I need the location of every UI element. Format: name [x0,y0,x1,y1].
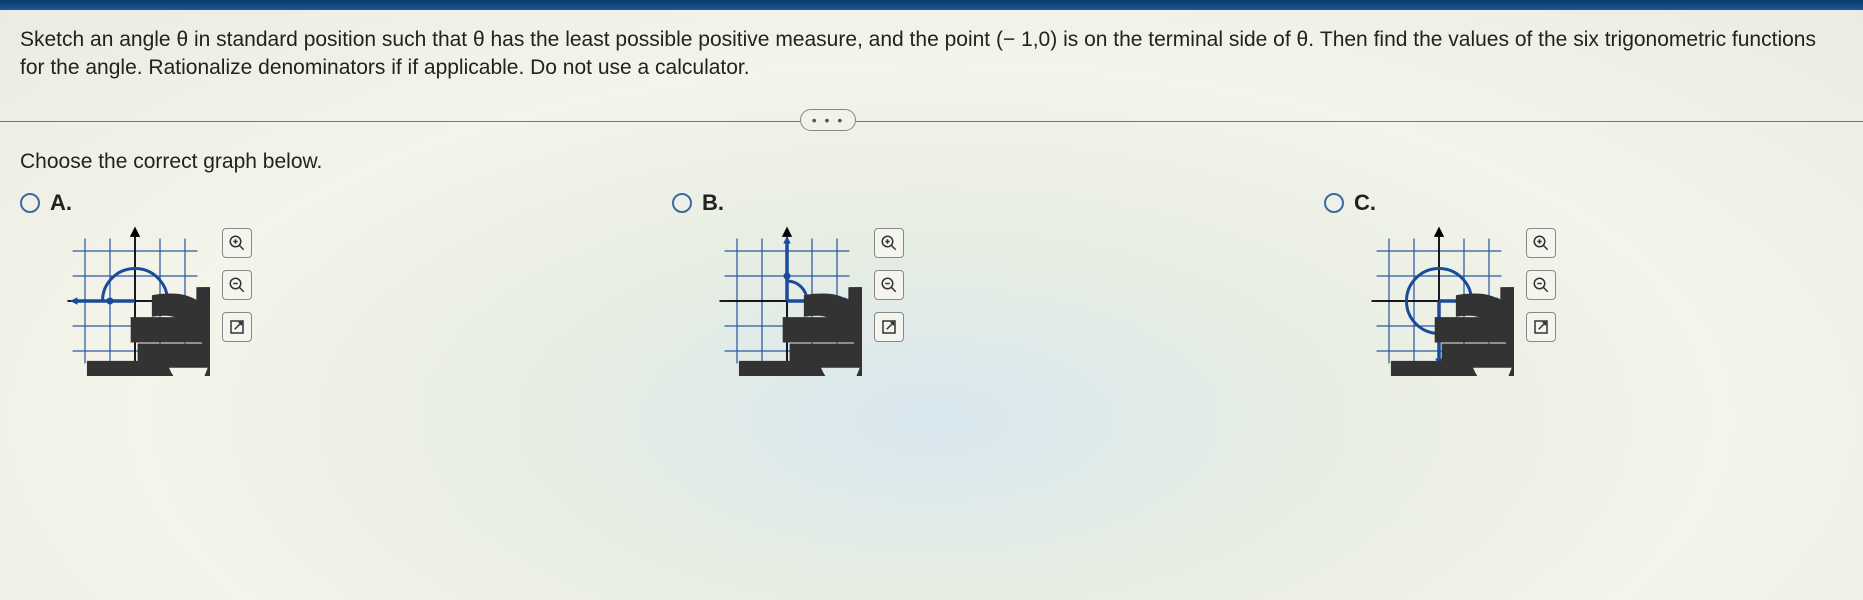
expand-icon [228,318,246,336]
graph-c-controls [1526,226,1556,342]
expand-button[interactable] [222,312,252,342]
zoom-in-icon [880,234,898,252]
zoom-out-button[interactable] [874,270,904,300]
zoom-in-button[interactable] [1526,228,1556,258]
option-c-label: C. [1354,190,1376,216]
option-c: C. [1324,190,1556,376]
window-top-bar [0,0,1863,10]
ellipsis-icon: • • • [812,112,844,128]
zoom-in-button[interactable] [222,228,252,258]
question-text: Sketch an angle θ in standard position s… [0,10,1863,93]
option-b-label: B. [702,190,724,216]
zoom-out-icon [1532,276,1550,294]
section-divider [0,121,1863,122]
svg-text:-2: -2 [768,226,862,376]
zoom-out-icon [228,276,246,294]
collapse-button[interactable]: • • • [800,109,856,131]
expand-button[interactable] [1526,312,1556,342]
svg-text:-2: -2 [116,226,210,376]
zoom-in-button[interactable] [874,228,904,258]
radio-a[interactable] [20,193,40,213]
zoom-out-button[interactable] [1526,270,1556,300]
option-a-header[interactable]: A. [20,190,252,216]
expand-icon [880,318,898,336]
zoom-in-icon [228,234,246,252]
option-a-label: A. [50,190,72,216]
zoom-out-button[interactable] [222,270,252,300]
zoom-in-icon [1532,234,1550,252]
expand-button[interactable] [874,312,904,342]
options-row: A. [0,190,1863,376]
option-c-header[interactable]: C. [1324,190,1556,216]
divider-wrap: • • • [0,121,1863,122]
graph-b-controls [874,226,904,342]
graph-a: y x 2 2 -2 -2 [60,226,210,376]
radio-b[interactable] [672,193,692,213]
graph-a-controls [222,226,252,342]
radio-c[interactable] [1324,193,1344,213]
graph-c: y x 2 2 -2 -2 [1364,226,1514,376]
option-b: B. [672,190,904,376]
option-a: A. [20,190,252,376]
zoom-out-icon [880,276,898,294]
svg-text:-2: -2 [1420,226,1514,376]
instruction-text: Choose the correct graph below. [0,140,1863,190]
option-b-header[interactable]: B. [672,190,904,216]
expand-icon [1532,318,1550,336]
graph-b: y x 2 2 -2 -2 [712,226,862,376]
